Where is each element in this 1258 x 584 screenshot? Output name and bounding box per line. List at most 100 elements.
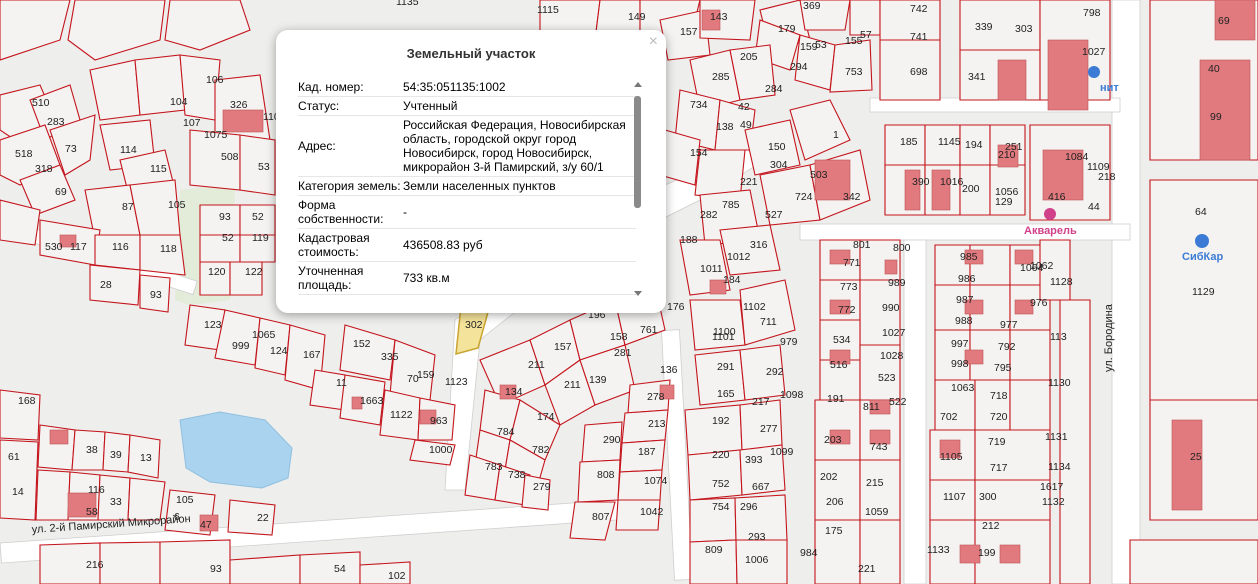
popup-scrollbar[interactable] <box>632 82 644 296</box>
parcel-number-label: 150 <box>768 141 786 153</box>
attribute-value: Учтенный <box>403 96 636 116</box>
parcel-number-label: 120 <box>208 266 226 278</box>
parcel-number-label: 13 <box>140 452 152 464</box>
parcel-number-label: 754 <box>712 501 730 513</box>
parcel-number-label: 416 <box>1048 191 1066 203</box>
parcel-number-label: 792 <box>998 341 1016 353</box>
parcel-number-label: 534 <box>833 334 851 346</box>
parcel-number-label: 104 <box>170 96 188 108</box>
poi-magnit[interactable]: нит <box>1100 82 1119 94</box>
parcel-number-label: 87 <box>122 201 134 213</box>
scroll-up-icon[interactable] <box>634 82 642 87</box>
parcel-number-label: 282 <box>700 209 718 221</box>
parcel-number-label: 318 <box>35 163 53 175</box>
parcel-number-label: 154 <box>690 147 708 159</box>
parcel-number-label: 202 <box>820 471 838 483</box>
parcel-number-label: 118 <box>160 243 177 255</box>
parcel-number-label: 335 <box>381 351 399 363</box>
parcel-number-label: 53 <box>258 161 270 173</box>
parcel-number-label: 58 <box>86 506 98 518</box>
parcel-number-label: 200 <box>962 183 980 195</box>
parcel-number-label: 69 <box>55 186 67 198</box>
parcel-number-label: 143 <box>710 11 728 23</box>
parcel-number-label: 44 <box>1088 201 1100 213</box>
parcel-number-label: 741 <box>910 31 928 43</box>
parcel-number-label: 742 <box>910 3 928 15</box>
attribute-value: 733 кв.м <box>403 261 636 295</box>
parcel-number-label: 192 <box>712 415 730 427</box>
attribute-row: Статус: Учтенный <box>298 96 636 116</box>
parcel-number-label: 516 <box>830 359 848 371</box>
parcel-number-label: 117 <box>70 241 87 253</box>
parcel-number-label: 106 <box>206 74 224 86</box>
popup-body[interactable]: Кад. номер: 54:35:051135:1002 Статус: Учтен… <box>298 78 638 300</box>
parcel-number-label: 176 <box>667 301 685 313</box>
parcel-number-label: 1617 <box>1040 481 1064 493</box>
parcel-number-label: 281 <box>614 347 632 359</box>
parcel-number-label: 518 <box>15 148 33 160</box>
parcel-number-label: 304 <box>770 159 788 171</box>
parcel-number-label: 1134 <box>1048 461 1071 473</box>
parcel-number-label: 175 <box>825 525 843 537</box>
parcel-number-label: 14 <box>12 486 24 498</box>
parcel-number-label: 159 <box>417 369 435 381</box>
parcel-number-label: 1107 <box>943 491 966 503</box>
parcel-number-label: 1099 <box>770 446 794 458</box>
akvarel-icon[interactable] <box>1044 208 1056 220</box>
parcel-number-label: 1065 <box>252 329 276 341</box>
attribute-key: Статус: <box>298 96 403 116</box>
parcel-number-label: 38 <box>86 444 98 456</box>
popup-title: Земельный участок <box>406 46 536 61</box>
parcel-number-label: 49 <box>740 119 752 131</box>
parcel-number-label: 52 <box>222 232 234 244</box>
attribute-key: Форма собственности: <box>298 195 403 229</box>
parcel-number-label: 221 <box>740 176 758 188</box>
parcel-number-label: 326 <box>230 99 248 111</box>
parcel-number-label: 1101 <box>712 331 735 343</box>
parcel-number-label: 107 <box>183 117 201 129</box>
parcel-number-label: 738 <box>508 469 526 481</box>
parcel-number-label: 179 <box>778 23 796 35</box>
parcel-number-label: 987 <box>956 294 974 306</box>
parcel-number-label: 1027 <box>1082 46 1106 58</box>
parcel-number-label: 52 <box>252 211 264 223</box>
parcel-number-label: 753 <box>845 66 863 78</box>
magnit-icon[interactable] <box>1088 66 1100 78</box>
parcel-number-label: 711 <box>760 316 777 328</box>
parcel-number-label: 28 <box>100 279 112 291</box>
parcel-number-label: 771 <box>843 257 861 269</box>
parcel-number-label: 752 <box>712 478 730 490</box>
parcel-number-label: 807 <box>592 511 610 523</box>
parcel-number-label: 1132 <box>1042 496 1065 508</box>
scroll-down-icon[interactable] <box>634 291 642 296</box>
attribute-row: Уточненная площадь: 733 кв.м <box>298 261 636 295</box>
parcel-number-label: 1028 <box>880 350 904 362</box>
parcel-number-label: 1075 <box>204 129 228 141</box>
parcel-number-label: 808 <box>597 469 615 481</box>
poi-sibkar[interactable]: СибКар <box>1182 251 1223 263</box>
parcel-number-label: 293 <box>748 531 766 543</box>
parcel-number-label: 341 <box>968 71 986 83</box>
scroll-thumb[interactable] <box>634 96 641 208</box>
car-service-icon[interactable] <box>1195 234 1209 248</box>
parcel-number-label: 294 <box>790 61 808 73</box>
poi-akvarel[interactable]: Акварель <box>1024 225 1077 237</box>
attribute-key: Кад. номер: <box>298 78 403 97</box>
parcel-number-label: 990 <box>882 302 900 314</box>
parcel-info-popup: × Земельный участок Кад. номер: 54:35:051… <box>276 30 666 313</box>
parcel-number-label: 61 <box>8 451 20 463</box>
parcel-number-label: 105 <box>168 199 186 211</box>
parcel-number-label: 527 <box>765 209 783 221</box>
attribute-value: - <box>403 195 636 229</box>
parcel-number-label: 963 <box>430 415 448 427</box>
parcel-number-label: 393 <box>745 454 763 466</box>
parcel-number-label: 979 <box>780 336 798 348</box>
parcel-number-label: 115 <box>150 163 167 175</box>
parcel-number-label: 211 <box>564 379 581 391</box>
parcel-number-label: 1130 <box>1048 377 1071 389</box>
parcel-number-label: 1102 <box>743 301 766 313</box>
attribute-row: Кадастровая стоимость: 436508.83 руб <box>298 228 636 262</box>
street-label-borodina: ул. Бородина <box>1103 303 1115 372</box>
attribute-key: Категория земель: <box>298 176 403 196</box>
parcel-number-label: 54 <box>334 563 346 575</box>
